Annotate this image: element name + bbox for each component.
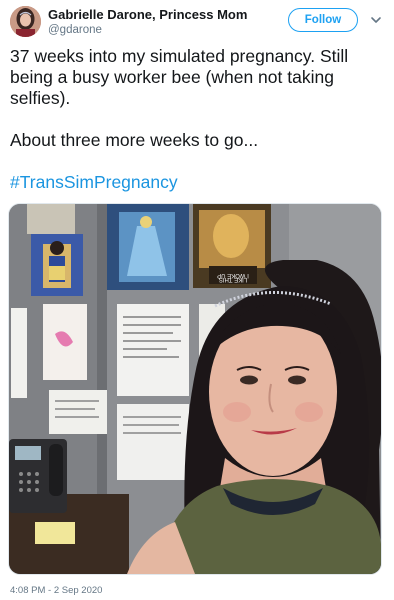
display-name[interactable]: Gabrielle Darone, Princess Mom <box>48 7 278 23</box>
tweet-text-line: 37 weeks into my simulated pregnancy. St… <box>10 46 349 108</box>
tweet-timestamp[interactable]: 4:08 PM - 2 Sep 2020 <box>10 585 102 597</box>
hashtag-link[interactable]: #TransSimPregnancy <box>10 172 178 192</box>
tweet-header: Gabrielle Darone, Princess Mom @gdarone … <box>10 6 384 42</box>
office-selfie-image: I WOKE UP LIKE THIS <box>9 204 381 574</box>
avatar[interactable] <box>10 6 41 37</box>
tweet-text: 37 weeks into my simulated pregnancy. St… <box>10 46 386 193</box>
follow-button[interactable]: Follow <box>288 8 358 32</box>
user-handle[interactable]: @gdarone <box>48 23 278 37</box>
tweet-text-line: About three more weeks to go... <box>10 130 259 150</box>
user-avatar-image <box>10 6 41 37</box>
tweet-photo[interactable]: I WOKE UP LIKE THIS <box>8 203 382 575</box>
user-info: Gabrielle Darone, Princess Mom @gdarone <box>48 7 278 37</box>
poster-text-line: LIKE THIS <box>219 276 247 282</box>
chevron-down-icon[interactable] <box>370 14 382 26</box>
